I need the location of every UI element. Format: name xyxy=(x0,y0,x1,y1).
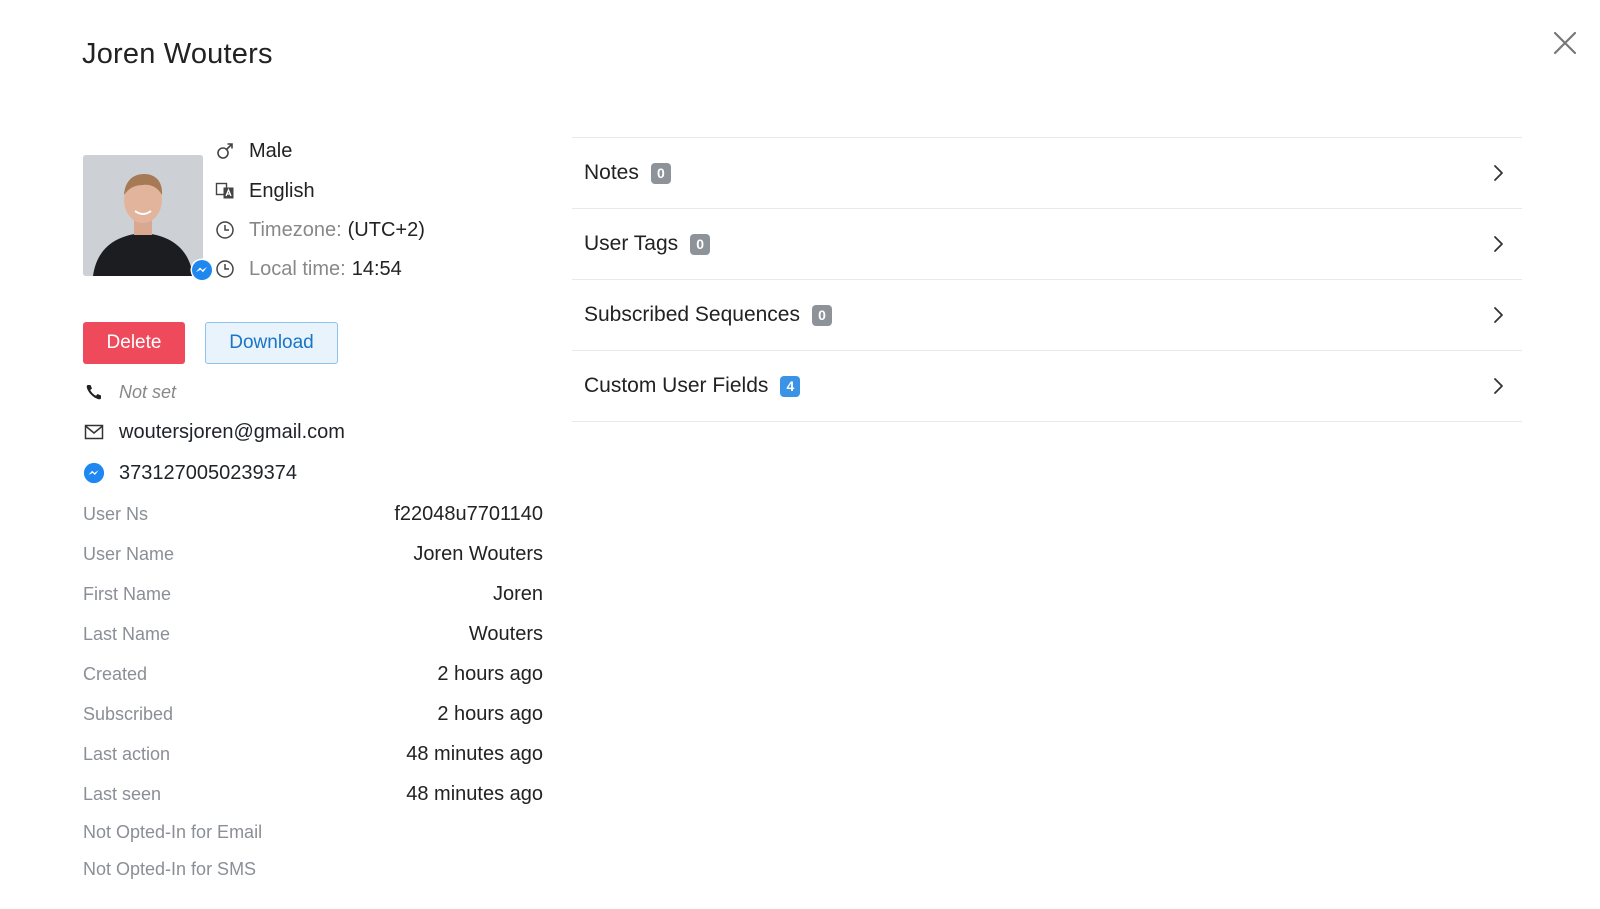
field-row: Last action 48 minutes ago xyxy=(83,740,543,768)
clock-icon xyxy=(213,257,237,281)
section-subscribed-sequences[interactable]: Subscribed Sequences 0 xyxy=(572,280,1522,351)
field-label: First Name xyxy=(83,583,172,604)
section-user-tags[interactable]: User Tags 0 xyxy=(572,209,1522,280)
field-row: User Name Joren Wouters xyxy=(83,540,543,568)
close-icon[interactable] xyxy=(1550,28,1580,58)
field-row: Subscribed 2 hours ago xyxy=(83,700,543,728)
section-title: Subscribed Sequences xyxy=(584,303,800,326)
field-value: f22048u7701140 xyxy=(394,502,543,525)
field-label: Last action xyxy=(83,743,171,764)
section-title: Custom User Fields xyxy=(584,374,769,397)
section-title: Notes xyxy=(584,161,639,184)
localtime-value: 14:54 xyxy=(351,257,402,280)
count-badge: 4 xyxy=(780,375,801,397)
localtime-label: Local time: xyxy=(249,257,346,280)
section-notes[interactable]: Notes 0 xyxy=(572,138,1522,209)
field-row: Created 2 hours ago xyxy=(83,660,543,688)
translate-icon xyxy=(213,179,237,203)
email-optin-status: Not Opted-In for Email xyxy=(83,822,263,842)
localtime-row: Local time: 14:54 xyxy=(213,255,402,283)
clock-icon xyxy=(213,218,237,242)
chevron-right-icon[interactable] xyxy=(1488,234,1508,254)
chevron-right-icon[interactable] xyxy=(1488,376,1508,396)
field-value: Wouters xyxy=(468,622,543,645)
field-row: Last Name Wouters xyxy=(83,620,543,648)
field-row: First Name Joren xyxy=(83,580,543,608)
email-row: woutersjoren@gmail.com xyxy=(83,417,345,447)
field-label: Last seen xyxy=(83,783,162,804)
section-title: User Tags xyxy=(584,232,679,255)
count-badge: 0 xyxy=(811,304,832,326)
phone-icon xyxy=(83,381,105,403)
field-value: 48 minutes ago xyxy=(406,742,543,765)
count-badge: 0 xyxy=(650,162,671,184)
chevron-right-icon[interactable] xyxy=(1488,163,1508,183)
chevron-right-icon[interactable] xyxy=(1488,305,1508,325)
field-value: 2 hours ago xyxy=(437,662,543,685)
field-value: 48 minutes ago xyxy=(406,782,543,805)
gender-value: Male xyxy=(249,139,293,162)
messenger-row: 3731270050239374 xyxy=(83,458,297,488)
section-custom-user-fields[interactable]: Custom User Fields 4 xyxy=(572,351,1522,422)
language-row: English xyxy=(213,177,315,205)
field-value: Joren xyxy=(492,582,543,605)
sections-panel: Notes 0 User Tags 0 Subscribed Sequences 0 Cus… xyxy=(572,137,1522,422)
male-icon xyxy=(213,139,237,163)
timezone-value: (UTC+2) xyxy=(347,218,425,241)
sms-optin-status: Not Opted-In for SMS xyxy=(83,859,257,879)
messenger-icon xyxy=(190,258,214,282)
timezone-row: Timezone: (UTC+2) xyxy=(213,216,425,244)
field-row: User Ns f22048u7701140 xyxy=(83,500,543,528)
field-label: User Name xyxy=(83,543,175,564)
field-label: Created xyxy=(83,663,148,684)
timezone-label: Timezone: xyxy=(249,218,342,241)
delete-button[interactable]: Delete xyxy=(83,322,185,364)
phone-row: Not set xyxy=(83,377,176,407)
field-value: Joren Wouters xyxy=(413,542,543,565)
field-value: 2 hours ago xyxy=(437,702,543,725)
mail-icon xyxy=(83,421,105,443)
page-title: Joren Wouters xyxy=(82,38,273,70)
gender-row: Male xyxy=(213,137,292,165)
field-label: Subscribed xyxy=(83,703,174,724)
field-label: User Ns xyxy=(83,503,149,524)
messenger-icon xyxy=(83,462,105,484)
language-value: English xyxy=(249,179,315,202)
messenger-id-value: 3731270050239374 xyxy=(119,461,297,484)
avatar xyxy=(83,155,203,276)
field-label: Last Name xyxy=(83,623,171,644)
email-value: woutersjoren@gmail.com xyxy=(119,420,345,443)
count-badge: 0 xyxy=(690,233,711,255)
phone-value: Not set xyxy=(119,381,177,402)
download-button[interactable]: Download xyxy=(205,322,338,364)
field-row: Last seen 48 minutes ago xyxy=(83,780,543,808)
